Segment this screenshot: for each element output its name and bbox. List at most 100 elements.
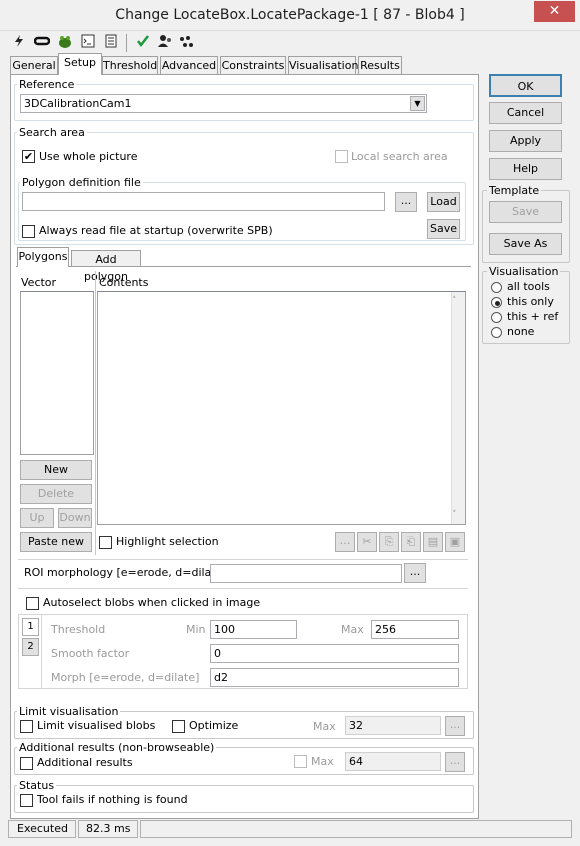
- polygon-file-label: Polygon definition file: [20, 176, 143, 189]
- side-tab-2[interactable]: 2: [22, 638, 39, 656]
- save-as-button[interactable]: Save As: [489, 233, 562, 255]
- use-whole-picture-label: Use whole picture: [39, 150, 138, 163]
- copy-icon[interactable]: ⎘: [379, 532, 399, 552]
- additional-max-input[interactable]: 64: [345, 752, 441, 771]
- template-save-button[interactable]: Save: [489, 201, 562, 223]
- down-button[interactable]: Down: [58, 508, 92, 528]
- tool-fails-label: Tool fails if nothing is found: [37, 793, 188, 806]
- chevron-down-icon[interactable]: ▼: [410, 96, 425, 111]
- more-icon[interactable]: …: [335, 532, 355, 552]
- document-icon[interactable]: [102, 34, 120, 52]
- new-button[interactable]: New: [20, 460, 92, 480]
- help-button[interactable]: Help: [489, 158, 562, 180]
- reference-label: Reference: [17, 78, 77, 91]
- threshold-min-label: Min: [186, 623, 206, 636]
- local-search-area-checkbox[interactable]: [335, 150, 348, 163]
- autoselect-checkbox[interactable]: [26, 597, 39, 610]
- tab-constraints[interactable]: Constraints: [220, 56, 286, 74]
- tab-setup[interactable]: Setup: [58, 53, 102, 75]
- polygon-browse-button[interactable]: ...: [395, 192, 417, 212]
- tab-general[interactable]: General: [10, 56, 58, 74]
- tool-fails-checkbox[interactable]: [20, 794, 33, 807]
- smooth-factor-label: Smooth factor: [51, 647, 130, 660]
- tab-advanced[interactable]: Advanced: [160, 56, 218, 74]
- threshold-max-input[interactable]: 256: [371, 620, 459, 639]
- morph-input[interactable]: d2: [210, 668, 459, 687]
- contents-scrollbar[interactable]: [451, 292, 465, 524]
- save-polygon-button[interactable]: Save: [427, 219, 460, 239]
- template-label: Template: [487, 184, 542, 197]
- additional-results-checkbox[interactable]: [20, 757, 33, 770]
- contents-text[interactable]: [97, 291, 466, 525]
- threshold-max-label: Max: [341, 623, 364, 636]
- roi-label: ROI morphology [e=erode, d=dilate]: [24, 566, 227, 579]
- use-whole-picture-checkbox[interactable]: ✔: [22, 150, 35, 163]
- subtab-polygons[interactable]: Polygons: [17, 247, 69, 267]
- additional-max-label: Max: [311, 755, 334, 768]
- limit-visualisation-label: Limit visualisation: [17, 705, 121, 718]
- autoselect-label: Autoselect blobs when clicked in image: [43, 596, 261, 609]
- people-icon[interactable]: [156, 34, 174, 52]
- tab-visualisation[interactable]: Visualisation: [288, 56, 358, 74]
- always-read-checkbox[interactable]: [22, 225, 35, 238]
- vector-list[interactable]: [20, 291, 94, 455]
- side-divider: [41, 614, 42, 689]
- roi-input[interactable]: [210, 564, 402, 583]
- cut-icon[interactable]: ✂: [357, 532, 377, 552]
- clipboard-icon[interactable]: ▣: [445, 532, 465, 552]
- radio-this-ref-label: this + ref: [507, 310, 559, 323]
- limit-blobs-label: Limit visualised blobs: [37, 719, 156, 732]
- paste-doc-icon[interactable]: ▤: [423, 532, 443, 552]
- lightning-icon[interactable]: [10, 34, 28, 52]
- radio-none[interactable]: [491, 327, 502, 338]
- radio-all-tools[interactable]: [491, 282, 502, 293]
- blob-icon[interactable]: [178, 34, 196, 52]
- optimize-label: Optimize: [189, 719, 239, 732]
- window-title: Change LocateBox.LocatePackage-1 [ 87 - …: [115, 7, 465, 23]
- tab-threshold[interactable]: Threshold: [102, 56, 158, 74]
- close-button[interactable]: ✕: [534, 1, 575, 22]
- polygon-file-input[interactable]: [22, 192, 385, 211]
- side-tab-1[interactable]: 1: [22, 618, 39, 636]
- frog-icon[interactable]: [56, 34, 74, 52]
- additional-browse-button[interactable]: ...: [445, 752, 465, 772]
- limit-browse-button[interactable]: ...: [445, 716, 465, 736]
- reference-dropdown[interactable]: 3DCalibrationCam1: [20, 94, 427, 113]
- console-icon[interactable]: [79, 34, 97, 52]
- threshold-label: Threshold: [51, 623, 106, 636]
- contents-header: Contents: [99, 276, 149, 289]
- paste-new-button[interactable]: Paste new: [20, 532, 92, 552]
- reference-value: 3DCalibrationCam1: [24, 97, 132, 110]
- paste-icon[interactable]: ⎗: [401, 532, 421, 552]
- scroll-down-icon[interactable]: ˅: [452, 510, 457, 520]
- load-button[interactable]: Load: [427, 192, 460, 212]
- limit-max-input[interactable]: 32: [345, 716, 441, 735]
- optimize-checkbox[interactable]: [172, 720, 185, 733]
- link-icon[interactable]: [33, 34, 51, 52]
- additional-results-label: Additional results (non-browseable): [17, 741, 217, 754]
- radio-this-only-label: this only: [507, 295, 554, 308]
- radio-this-ref[interactable]: [491, 312, 502, 323]
- subtab-add-polygon[interactable]: Add polygon: [71, 250, 141, 283]
- search-area-label: Search area: [17, 126, 87, 139]
- radio-none-label: none: [507, 325, 535, 338]
- ok-button[interactable]: OK: [489, 74, 562, 97]
- additional-max-checkbox[interactable]: [294, 755, 307, 768]
- cancel-button[interactable]: Cancel: [489, 102, 562, 124]
- apply-button[interactable]: Apply: [489, 130, 562, 152]
- smooth-factor-input[interactable]: 0: [210, 644, 459, 663]
- statusbar-time: 82.3 ms: [78, 820, 138, 838]
- status-label: Status: [17, 779, 57, 792]
- limit-blobs-checkbox[interactable]: [20, 720, 33, 733]
- tab-results[interactable]: Results: [358, 56, 402, 74]
- check-icon[interactable]: [134, 34, 152, 52]
- statusbar-fill: [140, 820, 572, 838]
- highlight-selection-checkbox[interactable]: [99, 536, 112, 549]
- delete-button[interactable]: Delete: [20, 484, 92, 504]
- radio-this-only[interactable]: [491, 297, 502, 308]
- roi-browse-button[interactable]: ...: [404, 563, 426, 583]
- up-button[interactable]: Up: [20, 508, 54, 528]
- toolbar-divider: [126, 34, 127, 52]
- threshold-min-input[interactable]: 100: [210, 620, 297, 639]
- scroll-up-icon[interactable]: ˄: [452, 296, 457, 306]
